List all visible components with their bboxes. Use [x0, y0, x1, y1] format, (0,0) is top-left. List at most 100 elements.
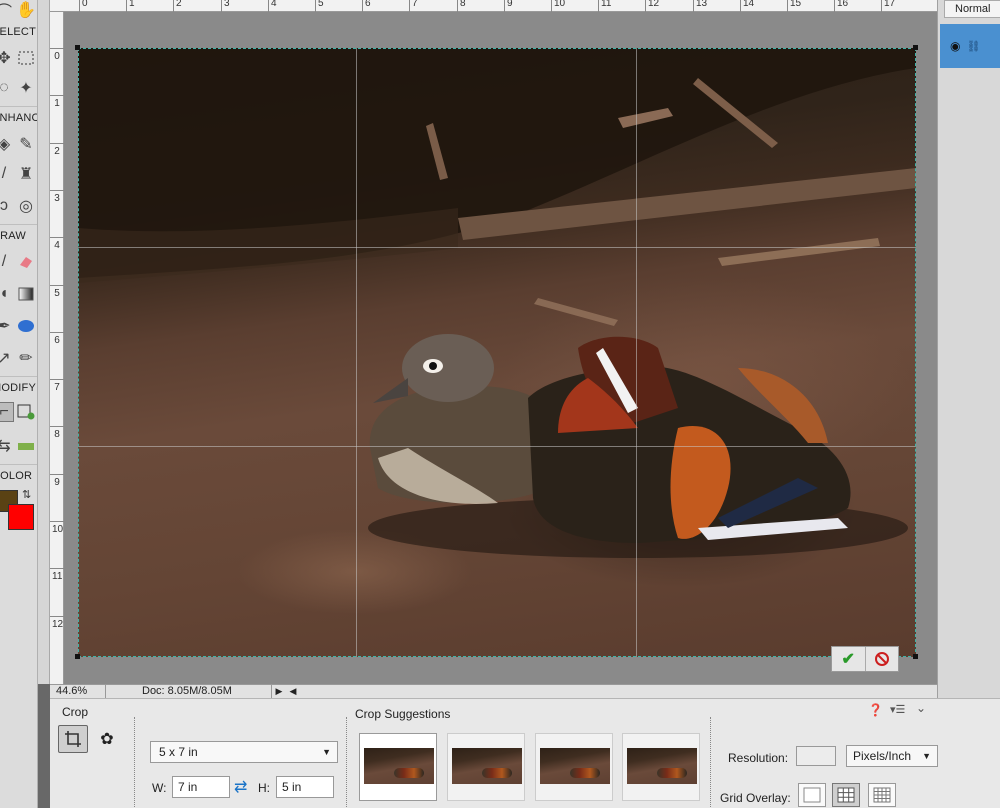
- ruler-label: 0: [54, 51, 60, 62]
- checkmark-icon: ✔: [841, 651, 855, 668]
- pencil-tool-icon[interactable]: ✏: [16, 348, 36, 368]
- crop-tool-icon[interactable]: ⌐: [0, 402, 14, 422]
- ruler-label: 9: [54, 477, 60, 488]
- ruler-tick: [645, 0, 646, 12]
- ruler-tick: [50, 143, 64, 144]
- crop-grid-line: [78, 247, 916, 248]
- ruler-label: 6: [365, 0, 371, 9]
- grid-overlay-label: Grid Overlay:: [720, 791, 791, 805]
- resolution-input[interactable]: [796, 746, 836, 766]
- height-input[interactable]: 5 in: [276, 776, 334, 798]
- ruler-tick: [457, 0, 458, 12]
- crop-suggestion-thumbnail[interactable]: [447, 733, 525, 801]
- ruler-tick: [50, 426, 64, 427]
- gradient-tool-icon[interactable]: [16, 284, 36, 304]
- hand-tool-icon[interactable]: ✋: [16, 0, 36, 20]
- crop-suggestions-title: Crop Suggestions: [355, 707, 451, 721]
- clone-stamp-icon[interactable]: ♜: [16, 164, 36, 184]
- status-menu-arrow-icon[interactable]: ▶: [272, 685, 286, 698]
- crop-handle-top-left[interactable]: [75, 45, 80, 50]
- chevron-down-icon: ▼: [922, 751, 931, 761]
- crop-preset-select[interactable]: 5 x 7 in ▼: [150, 741, 338, 763]
- crop-handle-bottom-right[interactable]: [913, 654, 918, 659]
- lasso-tool-icon[interactable]: ⌒: [0, 0, 14, 21]
- paint-bucket-icon[interactable]: ◖: [0, 284, 14, 304]
- crop-handle-bottom-left[interactable]: [75, 654, 80, 659]
- flower-shape-icon: ✿: [100, 731, 114, 748]
- toolbox-section-modify: MODIFY: [0, 382, 36, 394]
- resolution-unit-select[interactable]: Pixels/Inch ▼: [846, 745, 938, 767]
- commit-crop-button[interactable]: ✔: [832, 647, 865, 671]
- height-label: H:: [258, 781, 270, 795]
- ruler-tick: [221, 0, 222, 12]
- layers-panel: Normal ◉ ⛓: [937, 0, 1000, 698]
- move-tool-icon[interactable]: ✥: [0, 48, 14, 68]
- ruler-label: 6: [54, 335, 60, 346]
- panel-menu-icon[interactable]: ▾☰: [890, 703, 905, 716]
- sponge-tool-icon[interactable]: ◎: [16, 196, 36, 216]
- ruler-label: 1: [129, 0, 135, 9]
- brush-tool-icon[interactable]: /: [0, 252, 14, 272]
- crop-suggestion-thumbnail[interactable]: [359, 733, 437, 801]
- ruler-label: 2: [176, 0, 182, 9]
- blend-mode-select[interactable]: Normal: [944, 0, 1000, 18]
- content-move-icon[interactable]: ⇆: [0, 436, 14, 456]
- ruler-label: 11: [601, 0, 612, 9]
- layer-link-icon[interactable]: ⛓: [966, 40, 980, 53]
- ruler-label: 5: [54, 288, 60, 299]
- ruler-tick: [50, 237, 64, 238]
- crop-commit-bar: ✔: [831, 646, 899, 672]
- ellipse-tool-icon[interactable]: [16, 316, 36, 336]
- recompose-tool-icon[interactable]: [16, 402, 36, 422]
- document-canvas[interactable]: ✔: [64, 12, 937, 684]
- eye-tool-icon[interactable]: ◈: [0, 134, 14, 154]
- resolution-label: Resolution:: [728, 751, 789, 765]
- sharpen-tool-icon[interactable]: /: [0, 164, 14, 184]
- toolbox-section-select: SELECT: [0, 26, 36, 38]
- crop-suggestion-thumbnail[interactable]: [622, 733, 700, 801]
- help-icon[interactable]: ❓: [868, 703, 883, 717]
- grid-overlay-thirds-button[interactable]: [832, 783, 860, 807]
- lasso-select-icon[interactable]: ◌: [0, 78, 14, 98]
- color-picker-icon[interactable]: ✒: [0, 316, 14, 336]
- ruler-tick: [79, 0, 80, 12]
- collapse-chevron-icon[interactable]: ⌄: [916, 701, 926, 715]
- ruler-label: 8: [460, 0, 466, 9]
- ruler-tick: [173, 0, 174, 12]
- width-input[interactable]: 7 in: [172, 776, 230, 798]
- ruler-tick: [740, 0, 741, 12]
- ruler-label: 12: [52, 619, 64, 630]
- cancel-crop-button[interactable]: [864, 647, 899, 671]
- ruler-label: 1: [54, 98, 60, 109]
- smudge-tool-icon[interactable]: ↄ: [0, 196, 14, 216]
- ruler-label: 10: [52, 524, 64, 535]
- crop-handle-top-right[interactable]: [913, 45, 918, 50]
- straighten-tool-icon[interactable]: [16, 436, 36, 456]
- magic-wand-icon[interactable]: ✦: [16, 78, 36, 98]
- swap-dimensions-icon[interactable]: ⇄: [234, 777, 247, 797]
- background-color-swatch[interactable]: [8, 504, 34, 530]
- grid-overlay-grid-button[interactable]: [868, 783, 896, 807]
- ruler-label: 7: [54, 382, 60, 393]
- crop-suggestion-thumbnail[interactable]: [535, 733, 613, 801]
- visibility-eye-icon[interactable]: ◉: [950, 39, 960, 53]
- toolbox-section-enhance: ENHANCE: [0, 112, 37, 124]
- scroll-left-arrow-icon[interactable]: ◀: [286, 685, 300, 698]
- ruler-label: 14: [743, 0, 755, 9]
- toolbox-divider: [0, 106, 37, 107]
- ruler-label: 4: [54, 240, 60, 251]
- ruler-label: 3: [54, 193, 60, 204]
- resolution-unit-value: Pixels/Inch: [853, 749, 912, 763]
- chevron-down-icon: ▼: [322, 747, 331, 757]
- marquee-tool-icon[interactable]: [16, 48, 36, 68]
- healing-brush-icon[interactable]: ✎: [16, 134, 36, 154]
- custom-shape-icon[interactable]: ↗: [0, 348, 14, 368]
- crop-mode-cookie-cutter-button[interactable]: ✿: [92, 725, 122, 753]
- ruler-tick: [693, 0, 694, 12]
- swap-colors-icon[interactable]: ⇅: [22, 488, 31, 501]
- layer-row[interactable]: ◉ ⛓: [940, 24, 1000, 68]
- crop-mode-rectangle-button[interactable]: [58, 725, 88, 753]
- zoom-level[interactable]: 44.6%: [50, 685, 106, 698]
- eraser-tool-icon[interactable]: [16, 252, 36, 272]
- grid-overlay-none-button[interactable]: [798, 783, 826, 807]
